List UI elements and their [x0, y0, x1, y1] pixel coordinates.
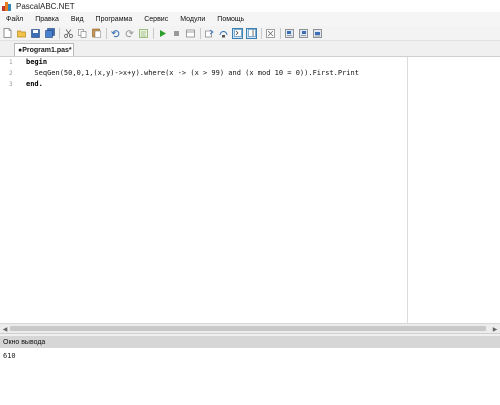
line-number: 2 [9, 70, 13, 77]
right-margin-guide [407, 57, 408, 323]
menu-bar: Файл Правка Вид Программа Сервис Модули … [0, 12, 500, 26]
tab-label: ●Program1.pas* [18, 46, 72, 54]
window-title: PascalABC.NET [16, 1, 75, 11]
new-file-icon[interactable] [2, 28, 13, 39]
pascal-app-icon [2, 1, 12, 11]
save-all-icon[interactable] [44, 28, 55, 39]
open-folder-icon[interactable] [16, 28, 27, 39]
output-panel[interactable]: 610 [0, 348, 500, 405]
editor-tab-strip: ●Program1.pas* [0, 41, 500, 57]
layout-1-icon[interactable] [284, 28, 295, 39]
line-number: 3 [9, 81, 13, 88]
toolbar [0, 26, 500, 41]
tab-program1[interactable]: ●Program1.pas* [14, 43, 74, 56]
code-line-1: begin [26, 58, 48, 66]
layout-2-icon[interactable] [298, 28, 309, 39]
menu-view[interactable]: Вид [65, 16, 90, 23]
code-editor[interactable]: 1 2 3 begin SeqGen(50,0,1,(x,y)->x+y).wh… [0, 57, 500, 323]
toolbar-separator [153, 27, 154, 39]
menu-edit[interactable]: Правка [29, 16, 65, 23]
scrollbar-thumb[interactable] [10, 326, 486, 331]
output-text: 610 [3, 352, 16, 360]
copy-icon[interactable] [77, 28, 88, 39]
toolbar-separator [280, 27, 281, 39]
line-number-gutter: 1 2 3 [0, 57, 20, 323]
toolbar-separator [59, 27, 60, 39]
run-icon[interactable] [157, 28, 168, 39]
scroll-right-icon[interactable]: ▶ [491, 325, 499, 333]
redo-icon[interactable] [124, 28, 135, 39]
save-icon[interactable] [30, 28, 41, 39]
output-panel-title: Окно вывода [3, 338, 46, 346]
step-over-icon[interactable] [218, 28, 229, 39]
code-line-3: end. [26, 80, 43, 88]
menu-file[interactable]: Файл [0, 16, 29, 23]
settings-icon[interactable] [265, 28, 276, 39]
title-bar: PascalABC.NET [0, 0, 500, 12]
paste-icon[interactable] [91, 28, 102, 39]
cut-icon[interactable] [63, 28, 74, 39]
menu-program[interactable]: Программа [90, 16, 139, 23]
menu-service[interactable]: Сервис [138, 16, 174, 23]
toggle-panel-icon[interactable] [246, 27, 257, 39]
debug-step-icon[interactable] [204, 28, 215, 39]
menu-modules[interactable]: Модули [174, 16, 211, 23]
toolbar-separator [106, 27, 107, 39]
scroll-left-icon[interactable]: ◀ [1, 325, 9, 333]
toolbar-separator [261, 27, 262, 39]
toolbar-separator [200, 27, 201, 39]
compile-icon[interactable] [185, 28, 196, 39]
toggle-output-icon[interactable] [232, 27, 243, 39]
line-number: 1 [9, 59, 13, 66]
horizontal-scrollbar[interactable]: ◀ ▶ [0, 323, 500, 334]
menu-help[interactable]: Помощь [211, 16, 250, 23]
undo-icon[interactable] [110, 28, 121, 39]
code-line-2: SeqGen(50,0,1,(x,y)->x+y).where(x -> (x … [26, 69, 359, 77]
stop-icon[interactable] [171, 28, 182, 39]
layout-3-icon[interactable] [312, 28, 323, 39]
format-icon[interactable] [138, 28, 149, 39]
